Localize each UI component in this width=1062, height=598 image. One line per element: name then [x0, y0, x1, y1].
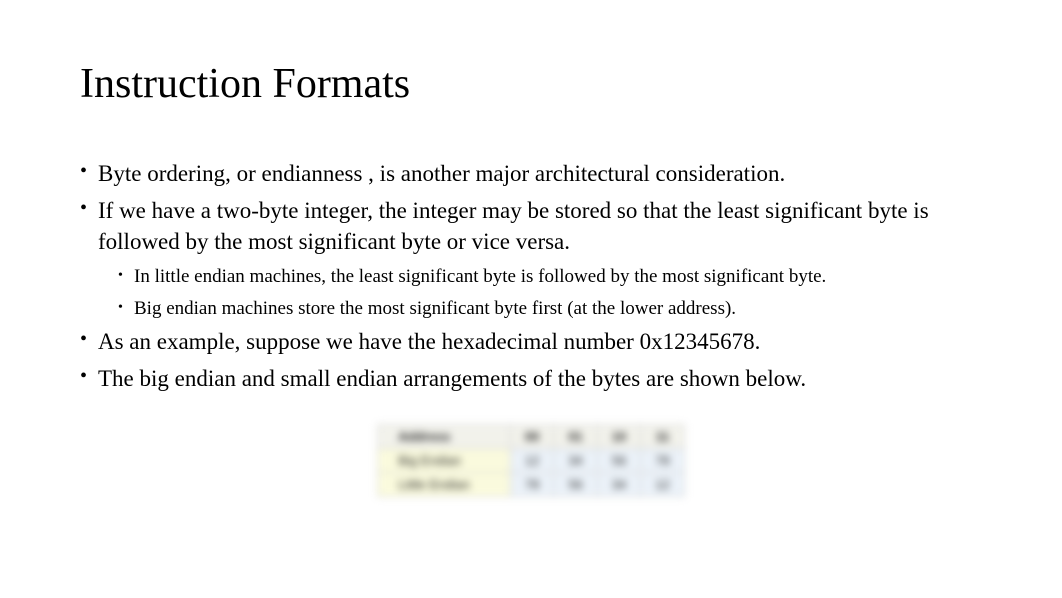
header-addr-3: 11	[641, 425, 684, 449]
header-address-label: Address	[378, 425, 511, 449]
bullet-big-endian: Big endian machines store the most signi…	[80, 295, 982, 323]
bullet-arrangement: The big endian and small endian arrangem…	[80, 363, 982, 394]
page-title: Instruction Formats	[80, 60, 982, 108]
header-addr-0: 00	[510, 425, 553, 449]
endian-table-wrapper: Address 00 01 10 11 Big Endian 12 34 56 …	[80, 424, 982, 497]
cell-little-3: 12	[641, 473, 684, 497]
cell-big-1: 34	[554, 449, 597, 473]
bullet-example-hex: As an example, suppose we have the hexad…	[80, 326, 982, 357]
cell-big-0: 12	[510, 449, 553, 473]
table-header-row: Address 00 01 10 11	[378, 425, 684, 449]
cell-little-2: 34	[597, 473, 640, 497]
cell-big-2: 56	[597, 449, 640, 473]
bullet-two-byte: If we have a two-byte integer, the integ…	[80, 195, 982, 257]
bullet-little-endian: In little endian machines, the least sig…	[80, 263, 982, 291]
table-row: Big Endian 12 34 56 78	[378, 449, 684, 473]
endian-table: Address 00 01 10 11 Big Endian 12 34 56 …	[377, 424, 684, 497]
content-list: Byte ordering, or endianness , is anothe…	[80, 158, 982, 394]
cell-big-3: 78	[641, 449, 684, 473]
cell-little-1: 56	[554, 473, 597, 497]
table-row: Little Endian 78 56 34 12	[378, 473, 684, 497]
header-addr-1: 01	[554, 425, 597, 449]
cell-little-0: 78	[510, 473, 553, 497]
row-label-little: Little Endian	[378, 473, 511, 497]
row-label-big: Big Endian	[378, 449, 511, 473]
bullet-endianness: Byte ordering, or endianness , is anothe…	[80, 158, 982, 189]
header-addr-2: 10	[597, 425, 640, 449]
